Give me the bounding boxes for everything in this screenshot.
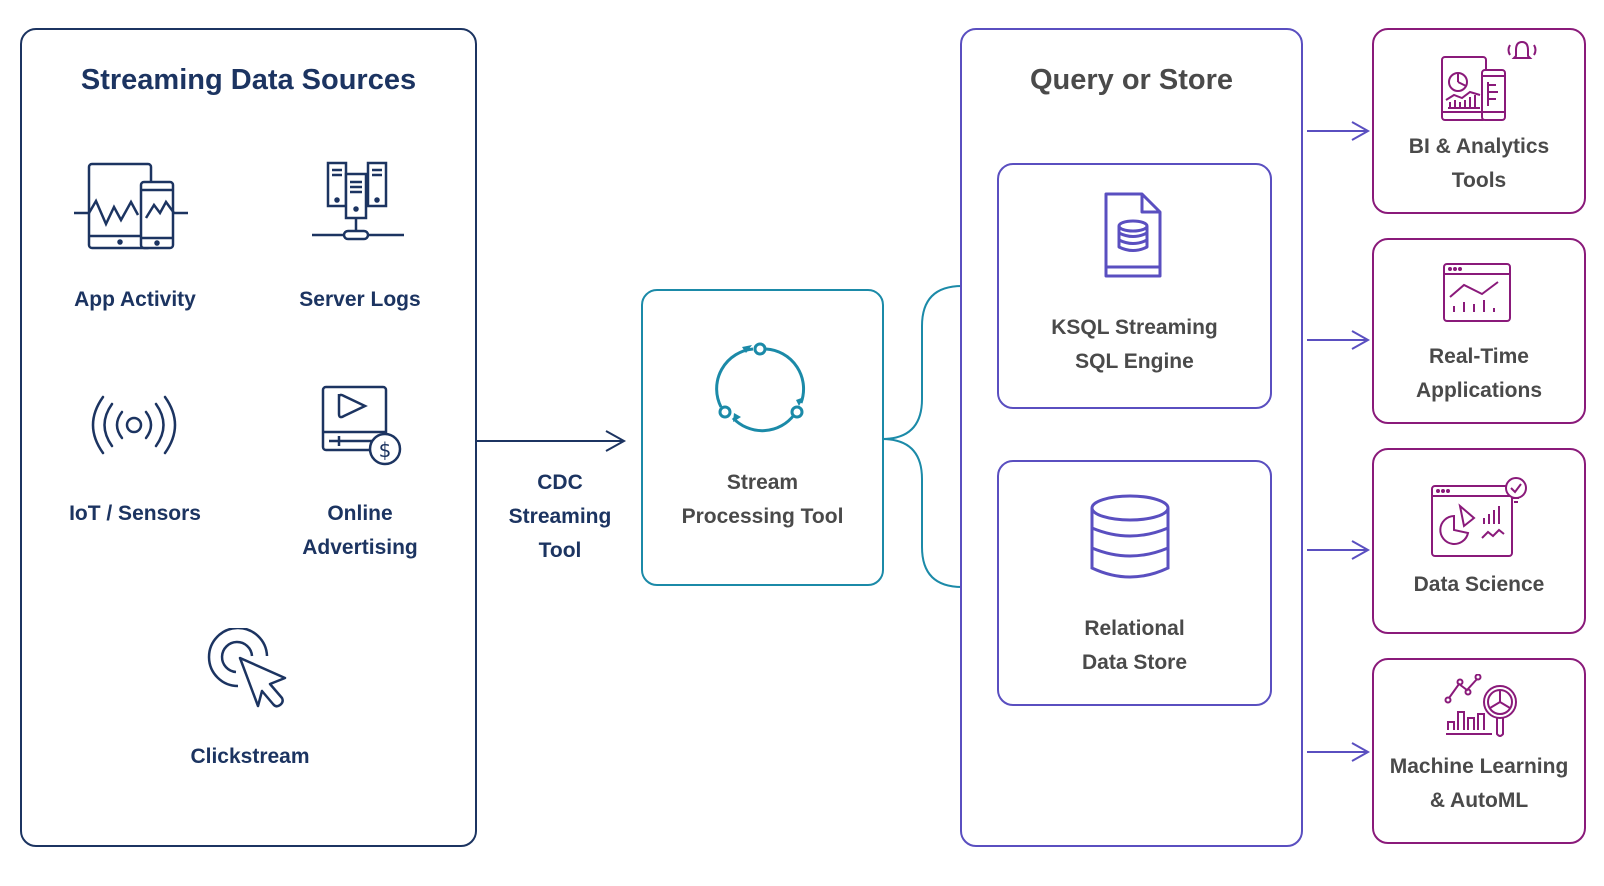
ksql-label-line1: KSQL Streaming [1051, 316, 1218, 339]
clickstream-icon [207, 628, 287, 708]
realtime-label-line1: Real-Time [1429, 345, 1529, 368]
output-arrows [1307, 121, 1371, 762]
bi-analytics-label-line1: BI & Analytics [1408, 135, 1550, 158]
online-advertising-label-line1: Online [327, 502, 393, 525]
server-logs-label: Server Logs [299, 288, 421, 311]
app-activity-icon [74, 162, 188, 250]
iot-sensor-icon [91, 395, 177, 455]
app-activity-label: App Activity [74, 288, 196, 311]
clickstream-label: Clickstream [190, 745, 310, 768]
database-file-icon [1104, 192, 1162, 278]
query-or-store-panel [960, 28, 1303, 847]
machine-learning-label-line2: & AutoML [1429, 789, 1529, 812]
cdc-arrow [466, 430, 627, 452]
cycle-icon [715, 342, 806, 433]
online-advertising-icon: $ [321, 385, 402, 466]
ksql-label-line2: SQL Engine [1075, 350, 1194, 373]
relational-label-line2: Data Store [1081, 651, 1188, 674]
iot-sensors-label: IoT / Sensors [69, 502, 201, 525]
stream-processing-label-line1: Stream [726, 471, 799, 494]
svg-text:$: $ [379, 438, 392, 462]
cdc-label-line1: CDC [537, 471, 583, 494]
online-advertising-label-line2: Advertising [302, 536, 418, 559]
data-science-icon [1431, 477, 1527, 557]
machine-learning-label-line1: Machine Learning [1389, 755, 1569, 778]
realtime-label-line2: Applications [1415, 379, 1542, 402]
bi-analytics-label-line2: Tools [1451, 169, 1507, 192]
query-title: Query or Store [1029, 64, 1234, 96]
sources-title: Streaming Data Sources [80, 64, 417, 96]
database-icon [1090, 494, 1170, 579]
machine-learning-icon [1444, 674, 1517, 737]
stream-processing-label-line2: Processing Tool [681, 505, 844, 528]
relational-label-line1: Relational [1084, 617, 1185, 640]
cdc-label-line2: Streaming [508, 505, 612, 528]
data-science-label: Data Science [1413, 573, 1545, 596]
server-logs-icon [312, 161, 404, 241]
cdc-label-line3: Tool [538, 539, 582, 562]
realtime-dashboard-icon [1443, 263, 1511, 322]
bi-analytics-icon [1441, 40, 1537, 121]
